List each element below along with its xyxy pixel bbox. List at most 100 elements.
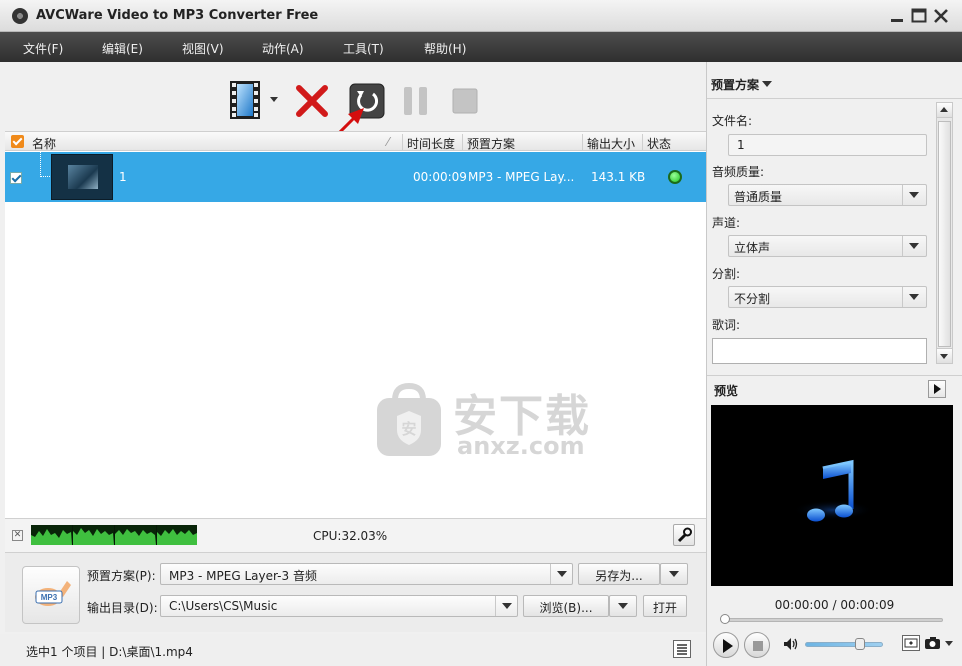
pause-icon	[404, 87, 427, 115]
stop-button[interactable]	[452, 88, 478, 114]
chevron-down-icon	[902, 185, 926, 205]
chevron-down-icon	[902, 236, 926, 256]
log-list-icon[interactable]	[673, 640, 691, 658]
chevron-down-icon	[550, 564, 572, 584]
minimize-button[interactable]	[888, 7, 906, 25]
maximize-button[interactable]	[910, 7, 928, 25]
list-header: 名称 ⁄ 时间长度 预置方案 输出大小 状态	[5, 131, 706, 151]
profile-header[interactable]: 预置方案	[711, 76, 759, 93]
pause-button[interactable]	[402, 86, 430, 116]
file-list-panel: 名称 ⁄ 时间长度 预置方案 输出大小 状态 1 00:00:09 MP3 - …	[0, 62, 706, 666]
mp3-format-icon: MP3	[22, 566, 80, 624]
title-bar: AVCWare Video to MP3 Converter Free	[0, 0, 962, 32]
profile-select[interactable]: MP3 - MPEG Layer-3 音频	[160, 563, 573, 585]
preview-time: 00:00:00 / 00:00:09	[774, 598, 895, 612]
save-as-dropdown[interactable]	[660, 563, 688, 585]
watermark-domain: anxz.com	[457, 432, 585, 460]
scroll-up-icon[interactable]	[937, 103, 952, 118]
hide-cpu-button[interactable]: ✕	[12, 530, 23, 541]
properties-scrollbar[interactable]	[936, 102, 953, 364]
stop-preview-button[interactable]	[744, 632, 770, 658]
chevron-down-icon[interactable]	[945, 641, 953, 646]
channel-select[interactable]: 立体声	[728, 235, 927, 257]
snapshot-folder-icon[interactable]	[902, 635, 920, 651]
chevron-down-icon[interactable]	[762, 81, 772, 87]
window-title: AVCWare Video to MP3 Converter Free	[36, 8, 319, 23]
preview-label: 预览	[714, 384, 739, 398]
minimize-icon	[891, 19, 903, 22]
sort-indicator-icon: ⁄	[387, 135, 390, 149]
shopping-bag-logo-icon: 安	[377, 382, 441, 456]
video-thumbnail	[51, 154, 113, 200]
output-dir-select[interactable]: C:\Users\CS\Music	[160, 595, 518, 617]
split-select[interactable]: 不分割	[728, 286, 927, 308]
cpu-usage-text: CPU:32.03%	[313, 529, 388, 543]
app-icon	[12, 8, 28, 24]
profile-label: 预置方案(P):	[87, 569, 156, 583]
settings-button[interactable]	[673, 524, 695, 546]
column-status[interactable]: 状态	[647, 135, 671, 152]
volume-slider[interactable]	[805, 642, 883, 647]
cpu-monitor: ✕ CPU:32.03%	[5, 518, 706, 552]
column-profile[interactable]: 预置方案	[467, 135, 515, 152]
camera-icon[interactable]	[924, 635, 942, 651]
column-output-size[interactable]: 输出大小	[587, 135, 635, 152]
volume-handle[interactable]	[855, 638, 865, 650]
play-icon	[723, 639, 733, 653]
row-duration: 00:00:09	[413, 170, 467, 184]
maximize-icon	[911, 8, 927, 23]
seek-slider[interactable]	[720, 614, 943, 624]
play-button[interactable]	[713, 632, 739, 658]
output-settings: MP3 预置方案(P): MP3 - MPEG Layer-3 音频 另存为..…	[5, 552, 706, 632]
menu-bar: 文件(F) 编辑(E) 视图(V) 动作(A) 工具(T) 帮助(H)	[0, 32, 962, 62]
stop-icon	[452, 88, 478, 114]
chevron-down-icon	[495, 596, 517, 616]
audio-quality-select[interactable]: 普通质量	[728, 184, 927, 206]
scroll-down-icon[interactable]	[937, 348, 952, 363]
select-all-checkbox[interactable]	[11, 135, 24, 148]
browse-button[interactable]: 浏览(B)...	[523, 595, 609, 617]
menu-edit[interactable]: 编辑(E)	[102, 40, 143, 57]
cpu-graph	[31, 525, 197, 545]
save-as-button[interactable]: 另存为...	[578, 563, 660, 585]
row-profile: MP3 - MPEG Lay...	[468, 170, 575, 184]
preview-screen	[711, 405, 953, 586]
column-name[interactable]: 名称	[32, 135, 56, 152]
menu-action[interactable]: 动作(A)	[262, 40, 304, 57]
channel-label: 声道:	[712, 216, 741, 230]
properties-panel: 预置方案 文件名: 1 音频质量: 普通质量 声道: 立体声 分割: 不分割 歌…	[706, 62, 962, 666]
table-row[interactable]: 1 00:00:09 MP3 - MPEG Lay... 143.1 KB	[5, 152, 706, 202]
menu-view[interactable]: 视图(V)	[182, 40, 224, 57]
film-icon	[230, 81, 278, 119]
preview-expand-button[interactable]	[928, 380, 946, 398]
row-checkbox[interactable]	[10, 172, 22, 184]
volume-icon[interactable]	[783, 637, 799, 651]
add-file-button[interactable]	[228, 79, 280, 121]
filename-input[interactable]: 1	[728, 134, 927, 156]
svg-text:MP3: MP3	[41, 593, 58, 602]
status-text: 选中1 个项目 | D:\桌面\1.mp4	[26, 645, 193, 659]
status-ok-icon	[668, 170, 682, 184]
close-button[interactable]	[932, 7, 950, 25]
open-button[interactable]: 打开	[643, 595, 687, 617]
browse-dropdown[interactable]	[609, 595, 637, 617]
menu-tools[interactable]: 工具(T)	[343, 40, 384, 57]
file-list: 1 00:00:09 MP3 - MPEG Lay... 143.1 KB 安 …	[5, 151, 706, 579]
toolbar	[0, 62, 706, 148]
seek-handle[interactable]	[720, 614, 730, 624]
status-bar: 选中1 个项目 | D:\桌面\1.mp4	[0, 634, 706, 666]
column-duration[interactable]: 时间长度	[407, 135, 455, 152]
menu-help[interactable]: 帮助(H)	[424, 40, 466, 57]
preview-header: 预览	[707, 375, 962, 403]
svg-text:安: 安	[401, 420, 416, 438]
scroll-thumb[interactable]	[938, 121, 951, 347]
music-note-icon	[793, 459, 873, 522]
row-output-size: 143.1 KB	[591, 170, 646, 184]
menu-file[interactable]: 文件(F)	[23, 40, 63, 57]
chevron-down-icon	[902, 287, 926, 307]
lyrics-label: 歌词:	[712, 318, 741, 332]
audio-quality-label: 音频质量:	[712, 165, 765, 179]
filename-label: 文件名:	[712, 114, 753, 128]
lyrics-input[interactable]	[712, 338, 927, 364]
row-name: 1	[119, 170, 127, 184]
